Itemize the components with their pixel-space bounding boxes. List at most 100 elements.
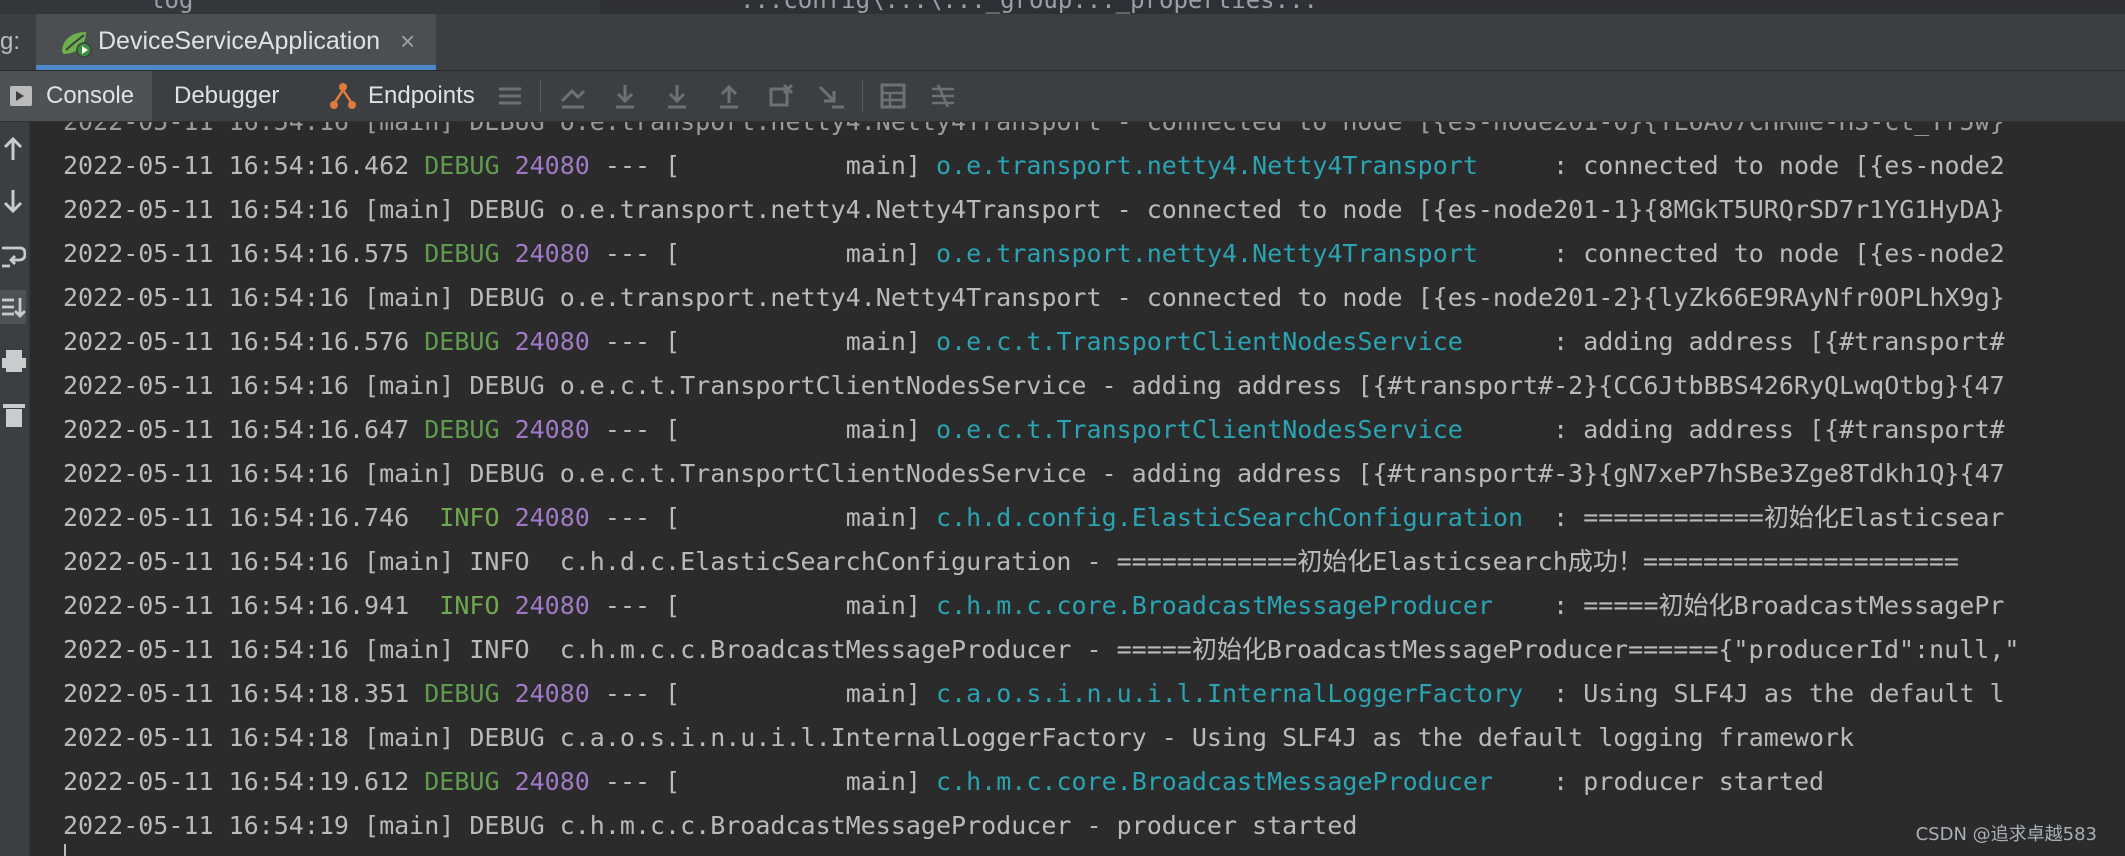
- debug-toolbar: Console Debugger Endpoints: [0, 71, 2125, 122]
- log-logger: o.e.c.t.TransportClientNodesService: [936, 327, 1539, 356]
- tab-debugger[interactable]: Debugger: [174, 71, 279, 121]
- log-pid: 24080: [514, 239, 590, 268]
- log-timestamp: 2022-05-11 16:54:16.462: [63, 151, 410, 180]
- log-message: : producer started: [1538, 767, 1825, 796]
- log-plain-text: 2022-05-11 16:54:16 [main] DEBUG o.e.tra…: [63, 195, 2005, 224]
- log-level: INFO: [424, 503, 500, 532]
- log-timestamp: 2022-05-11 16:54:16.746: [63, 503, 410, 532]
- editor-file-tab[interactable]: log: [150, 0, 193, 14]
- editor-path-fragment: ...config\...\..._group..._properties...: [740, 0, 1318, 14]
- log-pid: 24080: [514, 415, 590, 444]
- tab-console[interactable]: Console: [0, 71, 152, 121]
- up-arrow-icon[interactable]: [0, 132, 26, 166]
- log-plain-text: 2022-05-11 16:54:16 [main] DEBUG o.e.c.t…: [63, 371, 2005, 400]
- log-timestamp: 2022-05-11 16:54:16.576: [63, 327, 410, 356]
- log-timestamp: 2022-05-11 16:54:16.941: [63, 591, 410, 620]
- log-message: : adding address [{#transport#: [1538, 415, 2005, 444]
- step-over-icon[interactable]: [610, 81, 640, 111]
- text-cursor: [64, 844, 66, 856]
- log-logger: c.h.m.c.core.BroadcastMessageProducer: [936, 591, 1539, 620]
- log-level: DEBUG: [424, 679, 500, 708]
- scroll-to-end-icon[interactable]: [0, 290, 26, 324]
- down-arrow-icon[interactable]: [0, 184, 26, 218]
- log-logger: o.e.transport.netty4.Netty4Transport: [936, 151, 1539, 180]
- log-line: 2022-05-11 16:54:18.351 DEBUG 24080 --- …: [63, 672, 2125, 716]
- log-plain-text: 2022-05-11 16:54:18 [main] DEBUG c.a.o.s…: [63, 723, 1855, 752]
- log-line: 2022-05-11 16:54:16.576 DEBUG 24080 --- …: [63, 320, 2125, 364]
- toolbar-separator: [540, 79, 541, 113]
- log-line: 2022-05-11 16:54:16 [main] INFO c.h.d.c.…: [63, 540, 2125, 584]
- log-line: 2022-05-11 16:54:16.575 DEBUG 24080 --- …: [63, 232, 2125, 276]
- log-line: 2022-05-11 16:54:18 [main] DEBUG c.a.o.s…: [63, 716, 2125, 760]
- log-line: 2022-05-11 16:54:16.462 DEBUG 24080 --- …: [63, 144, 2125, 188]
- log-plain-text: 2022-05-11 16:54:16 [main] DEBUG o.e.c.t…: [63, 459, 2005, 488]
- tab-debugger-label: Debugger: [174, 82, 280, 109]
- log-line: 2022-05-11 16:54:16 [main] DEBUG o.e.c.t…: [63, 452, 2125, 496]
- log-message: : ============初始化Elasticsear: [1538, 503, 2005, 532]
- log-line: 2022-05-11 16:54:19 [main] DEBUG c.h.m.c…: [63, 804, 2125, 848]
- tab-endpoints-label: Endpoints: [368, 82, 475, 109]
- log-level: DEBUG: [424, 767, 500, 796]
- log-thread: --- [ main]: [589, 239, 937, 268]
- log-thread: --- [ main]: [589, 327, 937, 356]
- log-pid: 24080: [514, 151, 590, 180]
- log-level: DEBUG: [424, 327, 500, 356]
- trace-settings-icon[interactable]: [928, 81, 958, 111]
- log-pid: 24080: [514, 503, 590, 532]
- log-pid: 24080: [514, 591, 590, 620]
- drop-frame-icon[interactable]: [766, 81, 796, 111]
- log-message: : connected to node [{es-node2: [1538, 239, 2005, 268]
- log-plain-text: 2022-05-11 16:54:16 [main] DEBUG o.e.tra…: [63, 283, 2005, 312]
- run-config-title: DeviceServiceApplication: [98, 27, 381, 55]
- log-lines: 2022-05-11 16:54:16 [main] DEBUG o.e.tra…: [63, 122, 2125, 848]
- log-message: : adding address [{#transport#: [1538, 327, 2005, 356]
- log-level: DEBUG: [424, 415, 500, 444]
- log-level: DEBUG: [424, 239, 500, 268]
- log-level: DEBUG: [424, 151, 500, 180]
- log-line: 2022-05-11 16:54:16 [main] DEBUG o.e.tra…: [63, 122, 2125, 144]
- log-line: 2022-05-11 16:54:16.941 INFO 24080 --- […: [63, 584, 2125, 628]
- spring-boot-run-icon: [62, 32, 92, 58]
- log-pid: 24080: [514, 767, 590, 796]
- log-logger: o.e.transport.netty4.Netty4Transport: [936, 239, 1539, 268]
- log-timestamp: 2022-05-11 16:54:16.575: [63, 239, 410, 268]
- log-level: INFO: [424, 591, 500, 620]
- console-output[interactable]: 2022-05-11 16:54:16 [main] DEBUG o.e.tra…: [30, 122, 2125, 856]
- trash-icon[interactable]: [0, 398, 26, 432]
- show-execution-point-icon[interactable]: [558, 81, 588, 111]
- run-config-tab[interactable]: DeviceServiceApplication ×: [36, 14, 436, 70]
- endpoints-icon: [330, 83, 356, 109]
- log-thread: --- [ main]: [589, 591, 937, 620]
- log-thread: --- [ main]: [589, 151, 937, 180]
- log-plain-text: 2022-05-11 16:54:16 [main] INFO c.h.d.c.…: [63, 547, 1959, 576]
- editor-tab-strip: log ...config\...\..._group..._propertie…: [0, 0, 2125, 15]
- log-line: 2022-05-11 16:54:19.612 DEBUG 24080 --- …: [63, 760, 2125, 804]
- print-icon[interactable]: [0, 344, 26, 378]
- log-line: 2022-05-11 16:54:16 [main] DEBUG o.e.c.t…: [63, 364, 2125, 408]
- editor-tab-area: [0, 0, 600, 14]
- step-out-icon[interactable]: [714, 81, 744, 111]
- log-thread: --- [ main]: [589, 415, 937, 444]
- step-into-icon[interactable]: [662, 81, 692, 111]
- log-thread: --- [ main]: [589, 679, 937, 708]
- log-line: 2022-05-11 16:54:16 [main] INFO c.h.m.c.…: [63, 628, 2125, 672]
- run-tool-window-header: g: DeviceServiceApplication ×: [0, 14, 2125, 71]
- log-line: 2022-05-11 16:54:16.746 INFO 24080 --- […: [63, 496, 2125, 540]
- log-plain-text: 2022-05-11 16:54:16 [main] DEBUG o.e.tra…: [63, 122, 2005, 136]
- watermark: CSDN @追求卓越583: [1915, 824, 2097, 845]
- threads-icon[interactable]: [495, 81, 525, 111]
- log-message: : =====初始化BroadcastMessagePr: [1538, 591, 2005, 620]
- log-timestamp: 2022-05-11 16:54:19.612: [63, 767, 410, 796]
- log-logger: c.a.o.s.i.n.u.i.l.InternalLoggerFactory: [936, 679, 1539, 708]
- soft-wrap-icon[interactable]: [0, 238, 26, 272]
- close-tab-icon[interactable]: ×: [400, 26, 415, 57]
- log-logger: o.e.c.t.TransportClientNodesService: [936, 415, 1539, 444]
- log-line: 2022-05-11 16:54:16 [main] DEBUG o.e.tra…: [63, 188, 2125, 232]
- run-to-cursor-icon[interactable]: [816, 81, 846, 111]
- log-pid: 24080: [514, 327, 590, 356]
- log-plain-text: 2022-05-11 16:54:19 [main] DEBUG c.h.m.c…: [63, 811, 1358, 840]
- toolbar-separator: [862, 79, 863, 113]
- log-line: 2022-05-11 16:54:16.647 DEBUG 24080 --- …: [63, 408, 2125, 452]
- evaluate-expression-icon[interactable]: [878, 81, 908, 111]
- log-thread: --- [ main]: [589, 503, 937, 532]
